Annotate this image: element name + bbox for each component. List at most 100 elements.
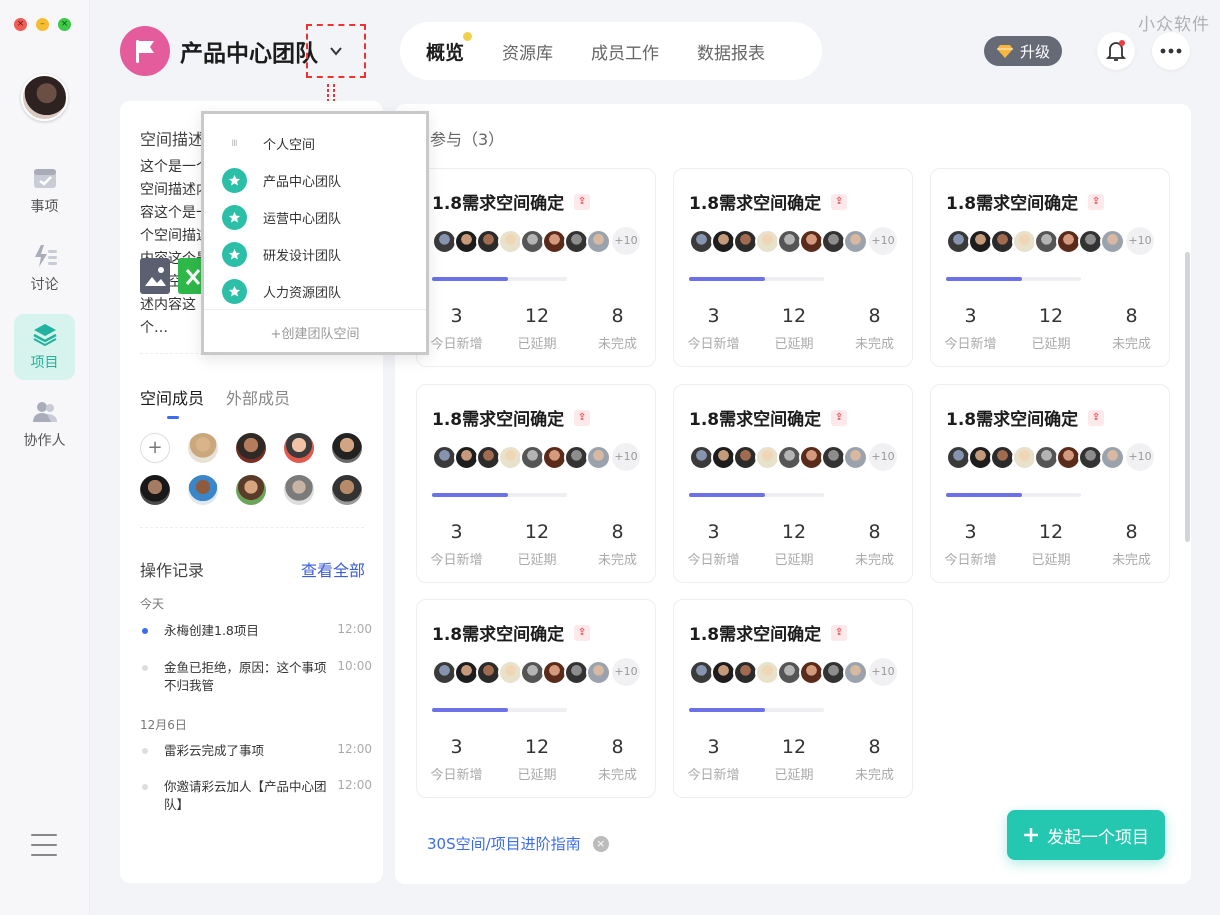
stat-value: 12	[524, 736, 550, 758]
pin-icon[interactable]: ⇪	[831, 193, 848, 210]
dropdown-item-personal[interactable]: Ⅲ 个人空间	[222, 131, 315, 156]
project-name: 1.8需求空间确定	[689, 410, 822, 430]
progress-fill	[689, 277, 765, 281]
stat-label: 已延期	[774, 768, 814, 783]
tab-member-work[interactable]: 成员工作	[591, 39, 659, 64]
pin-icon[interactable]: ⇪	[574, 193, 591, 210]
stat-label: 今日新增	[687, 553, 740, 568]
stat: 8 未完成	[1092, 521, 1171, 568]
pin-icon[interactable]: ⇪	[574, 409, 591, 426]
avatar[interactable]	[236, 433, 266, 463]
avatar[interactable]	[140, 475, 170, 505]
view-all-link[interactable]: 查看全部	[301, 557, 365, 581]
log-text: 金鱼已拒绝，原因：这个事项不归我管	[164, 660, 327, 693]
project-card[interactable]: 1.8需求空间确定 ⇪ +10 3 今日新增 12 已延期 8 未完成	[416, 599, 656, 798]
stat: 3 今日新增	[931, 305, 1010, 352]
tab-space-members[interactable]: 空间成员	[140, 385, 204, 419]
log-time: 12:00	[337, 742, 372, 756]
close-window-button[interactable]: ×	[14, 18, 27, 31]
stat-value: 12	[781, 736, 807, 758]
avatar[interactable]	[284, 433, 314, 463]
pin-icon[interactable]: ⇪	[574, 624, 591, 641]
stat-value: 12	[524, 521, 550, 543]
rail-item-label: 讨论	[30, 277, 59, 293]
pin-icon[interactable]: ⇪	[831, 624, 848, 641]
project-card[interactable]: 1.8需求空间确定 ⇪ +10 3 今日新增 12 已延期 8 未完成	[673, 168, 913, 367]
avatar[interactable]	[332, 433, 362, 463]
tab-resources[interactable]: 资源库	[502, 39, 553, 64]
rail-item-label: 协作人	[23, 433, 66, 449]
rail-item-projects[interactable]: 项目	[14, 314, 75, 380]
notifications-button[interactable]	[1097, 32, 1135, 70]
avatar	[1100, 228, 1125, 254]
avatar	[586, 444, 611, 470]
more-members-count: +10	[612, 658, 640, 686]
avatar[interactable]	[284, 475, 314, 505]
stat-value: 8	[611, 736, 624, 758]
project-card[interactable]: 1.8需求空间确定 ⇪ +10 3 今日新增 12 已延期 8 未完成	[673, 384, 913, 583]
avatar[interactable]	[188, 475, 218, 505]
project-title: 1.8需求空间确定 ⇪	[432, 189, 591, 214]
stat-label: 未完成	[597, 768, 637, 783]
activity-log-title: 操作记录	[140, 561, 205, 580]
tab-external-members[interactable]: 外部成员	[226, 385, 290, 409]
project-card[interactable]: 1.8需求空间确定 ⇪ +10 3 今日新增 12 已延期 8 未完成	[416, 168, 656, 367]
tab-data-reports[interactable]: 数据报表	[697, 39, 765, 64]
rail-item-discuss[interactable]: 讨论	[14, 236, 75, 302]
stat-value: 8	[611, 521, 624, 543]
stat-value: 8	[868, 305, 881, 327]
project-card[interactable]: 1.8需求空间确定 ⇪ +10 3 今日新增 12 已延期 8 未完成	[930, 168, 1170, 367]
watermark: 小众软件	[1138, 15, 1210, 35]
scrollbar[interactable]	[1185, 252, 1190, 542]
dropdown-item-team[interactable]: 研发设计团队	[222, 242, 341, 267]
avatar[interactable]	[236, 475, 266, 505]
stat-label: 今日新增	[687, 768, 740, 783]
stat-value: 12	[1038, 521, 1064, 543]
dropdown-item-team[interactable]: 运营中心团队	[222, 205, 341, 230]
rail-item-tasks[interactable]: 事项	[14, 158, 75, 224]
dropdown-item-team[interactable]: 产品中心团队	[222, 168, 341, 193]
rail-item-collaborators[interactable]: 协作人	[14, 392, 75, 458]
more-members-count: +10	[869, 227, 897, 255]
project-card[interactable]: 1.8需求空间确定 ⇪ +10 3 今日新增 12 已延期 8 未完成	[930, 384, 1170, 583]
stat: 12 已延期	[496, 521, 578, 568]
project-card[interactable]: 1.8需求空间确定 ⇪ +10 3 今日新增 12 已延期 8 未完成	[416, 384, 656, 583]
add-member-button[interactable]: +	[140, 433, 170, 463]
stat-label: 已延期	[517, 768, 557, 783]
member-avatars: +	[140, 433, 370, 505]
stat-value: 3	[450, 736, 463, 758]
progress-fill	[946, 493, 1022, 497]
close-icon[interactable]: ×	[592, 835, 609, 852]
hamburger-menu-icon[interactable]	[31, 834, 57, 856]
stat-label: 今日新增	[687, 337, 740, 352]
guide-link[interactable]: 30S空间/项目进阶指南 ×	[427, 833, 609, 854]
log-dot	[142, 748, 148, 754]
pin-icon[interactable]: ⇪	[1088, 409, 1105, 426]
stat: 8 未完成	[1092, 305, 1171, 352]
avatar[interactable]	[332, 475, 362, 505]
more-button[interactable]	[1152, 32, 1190, 70]
user-avatar[interactable]	[21, 74, 68, 121]
create-team-space-button[interactable]: +创建团队空间	[204, 323, 426, 342]
image-file-icon[interactable]	[140, 258, 170, 294]
stat-label: 未完成	[854, 337, 894, 352]
project-name: 1.8需求空间确定	[946, 194, 1079, 214]
dropdown-item-team[interactable]: 人力资源团队	[222, 279, 341, 304]
project-card[interactable]: 1.8需求空间确定 ⇪ +10 3 今日新增 12 已延期 8 未完成	[673, 599, 913, 798]
more-members-count: +10	[1126, 227, 1154, 255]
progress-bar	[689, 708, 824, 712]
project-members: +10	[432, 227, 640, 255]
zoom-window-button[interactable]: ×	[58, 18, 71, 31]
stat: 12 已延期	[753, 305, 835, 352]
tab-overview[interactable]: 概览	[426, 31, 473, 65]
avatar	[843, 228, 868, 254]
pin-icon[interactable]: ⇪	[1088, 193, 1105, 210]
avatar[interactable]	[188, 433, 218, 463]
project-stats: 3 今日新增 12 已延期 8 未完成	[931, 305, 1171, 352]
upgrade-button[interactable]: 升级	[984, 36, 1062, 66]
log-day-label: 今天	[140, 597, 165, 611]
stat-label: 已延期	[774, 337, 814, 352]
minimize-window-button[interactable]: –	[36, 18, 49, 31]
pin-icon[interactable]: ⇪	[831, 409, 848, 426]
new-project-button[interactable]: 发起一个项目	[1007, 810, 1165, 860]
